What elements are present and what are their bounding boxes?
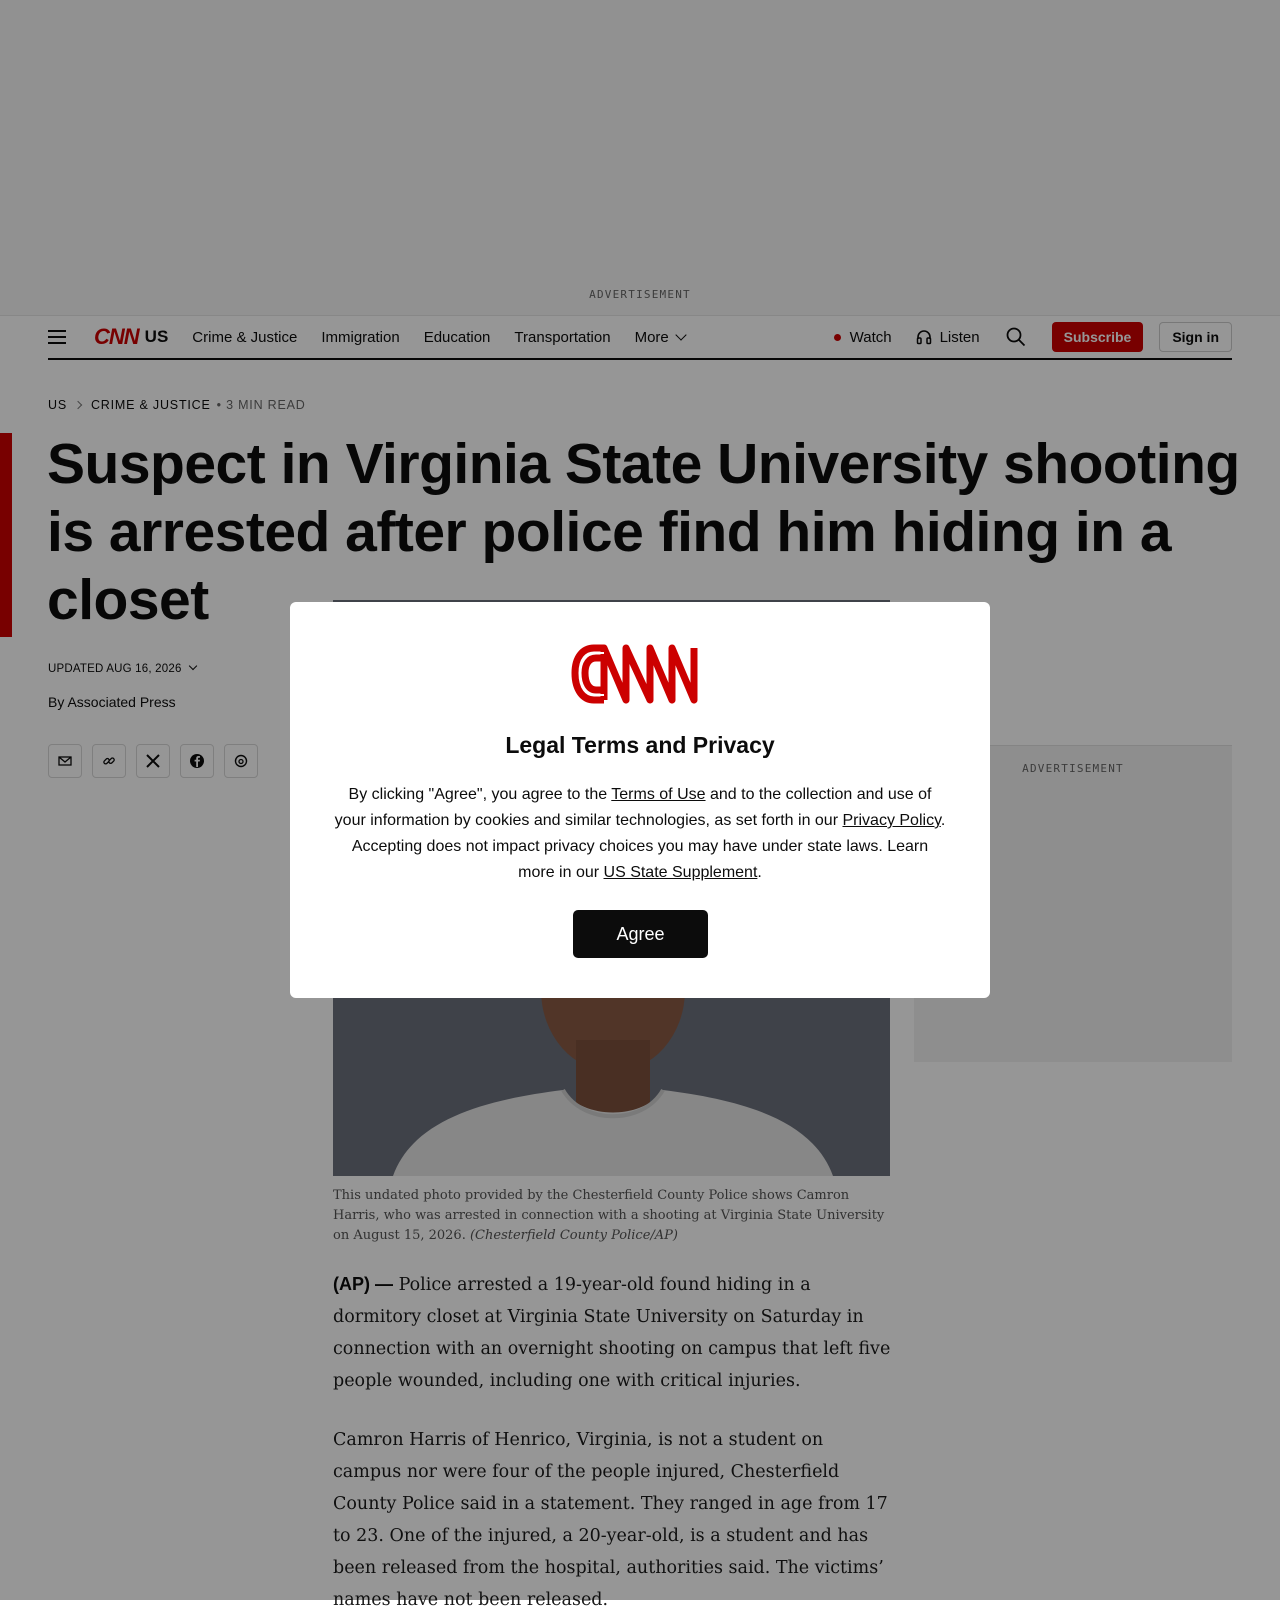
privacy-policy-link[interactable]: Privacy Policy xyxy=(842,812,940,829)
legal-terms-dialog: Legal Terms and Privacy By clicking "Agr… xyxy=(290,602,990,998)
dialog-title: Legal Terms and Privacy xyxy=(505,732,775,758)
terms-of-use-link[interactable]: Terms of Use xyxy=(611,786,705,803)
dialog-text: . xyxy=(757,864,762,881)
cnn-logo xyxy=(571,644,698,704)
us-state-supplement-link[interactable]: US State Supplement xyxy=(604,864,758,881)
dialog-body: By clicking "Agree", you agree to the Te… xyxy=(334,782,946,886)
article-page: ADVERTISEMENT CNN US Crime & Justice Imm… xyxy=(0,0,1280,1610)
dialog-text: By clicking "Agree", you agree to the xyxy=(348,786,612,803)
agree-button[interactable]: Agree xyxy=(573,910,708,958)
